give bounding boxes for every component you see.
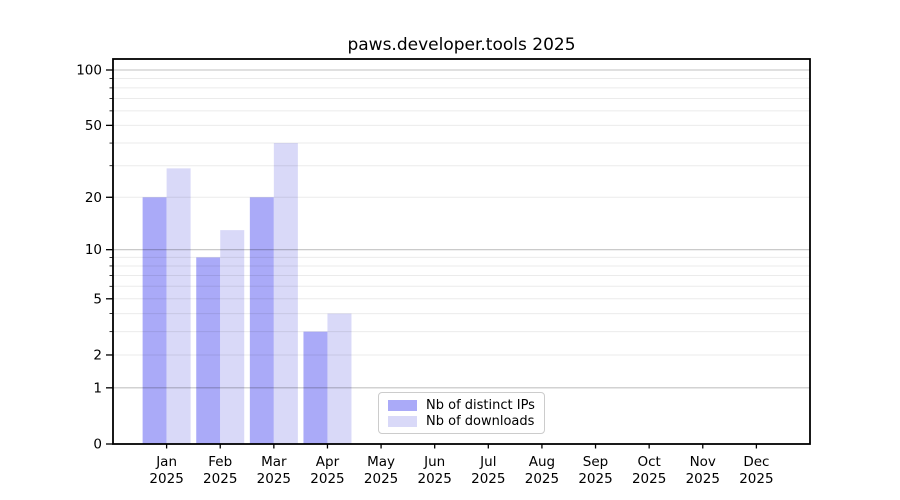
- legend-swatch-downloads: [388, 416, 417, 427]
- bar-feb-downloads: [220, 230, 244, 444]
- x-tick-year-aug: 2025: [525, 471, 559, 487]
- legend-item-downloads: Nb of downloads: [388, 414, 538, 429]
- bar-jan-distinct-ips: [143, 197, 167, 444]
- x-tick-label-nov: Nov: [690, 454, 716, 470]
- x-tick-year-may: 2025: [364, 471, 398, 487]
- x-tick-year-sep: 2025: [578, 471, 612, 487]
- y-tick-label-50: 50: [85, 118, 102, 134]
- legend-label-downloads: Nb of downloads: [426, 414, 534, 429]
- bar-feb-distinct-ips: [196, 257, 220, 444]
- x-tick-label-aug: Aug: [529, 454, 555, 470]
- x-tick-year-feb: 2025: [203, 471, 237, 487]
- y-tick-label-1: 1: [93, 380, 102, 396]
- chart-title: paws.developer.tools 2025: [113, 35, 810, 55]
- x-tick-label-feb: Feb: [208, 454, 232, 470]
- x-tick-year-mar: 2025: [257, 471, 291, 487]
- bar-mar-downloads: [274, 143, 298, 444]
- x-tick-year-jun: 2025: [418, 471, 452, 487]
- bar-jan-downloads: [167, 168, 191, 444]
- bar-apr-downloads: [327, 314, 351, 444]
- x-tick-year-jan: 2025: [149, 471, 183, 487]
- x-tick-label-apr: Apr: [316, 454, 340, 470]
- x-tick-year-apr: 2025: [310, 471, 344, 487]
- x-tick-label-may: May: [367, 454, 395, 470]
- x-tick-year-nov: 2025: [686, 471, 720, 487]
- legend-swatch-distinct-ips: [388, 400, 417, 411]
- y-tick-label-5: 5: [93, 291, 102, 307]
- x-tick-year-jul: 2025: [471, 471, 505, 487]
- y-tick-label-2: 2: [93, 347, 102, 363]
- x-tick-year-oct: 2025: [632, 471, 666, 487]
- bar-mar-distinct-ips: [250, 197, 274, 444]
- y-tick-label-100: 100: [76, 63, 102, 79]
- x-tick-label-jun: Jun: [423, 454, 445, 470]
- y-tick-label-20: 20: [85, 190, 102, 206]
- x-tick-label-sep: Sep: [583, 454, 608, 470]
- x-tick-label-jul: Jul: [479, 454, 496, 470]
- figure: 0125102050100Jan2025Feb2025Mar2025Apr202…: [0, 0, 900, 500]
- x-tick-year-dec: 2025: [739, 471, 773, 487]
- legend-label-distinct-ips: Nb of distinct IPs: [426, 398, 535, 413]
- x-tick-label-mar: Mar: [261, 454, 287, 470]
- x-tick-label-oct: Oct: [637, 454, 660, 470]
- y-tick-label-0: 0: [93, 437, 102, 453]
- x-tick-label-jan: Jan: [155, 454, 177, 470]
- y-tick-label-10: 10: [85, 242, 102, 258]
- legend: Nb of distinct IPs Nb of downloads: [378, 392, 545, 434]
- legend-item-distinct-ips: Nb of distinct IPs: [388, 398, 538, 413]
- x-tick-label-dec: Dec: [743, 454, 769, 470]
